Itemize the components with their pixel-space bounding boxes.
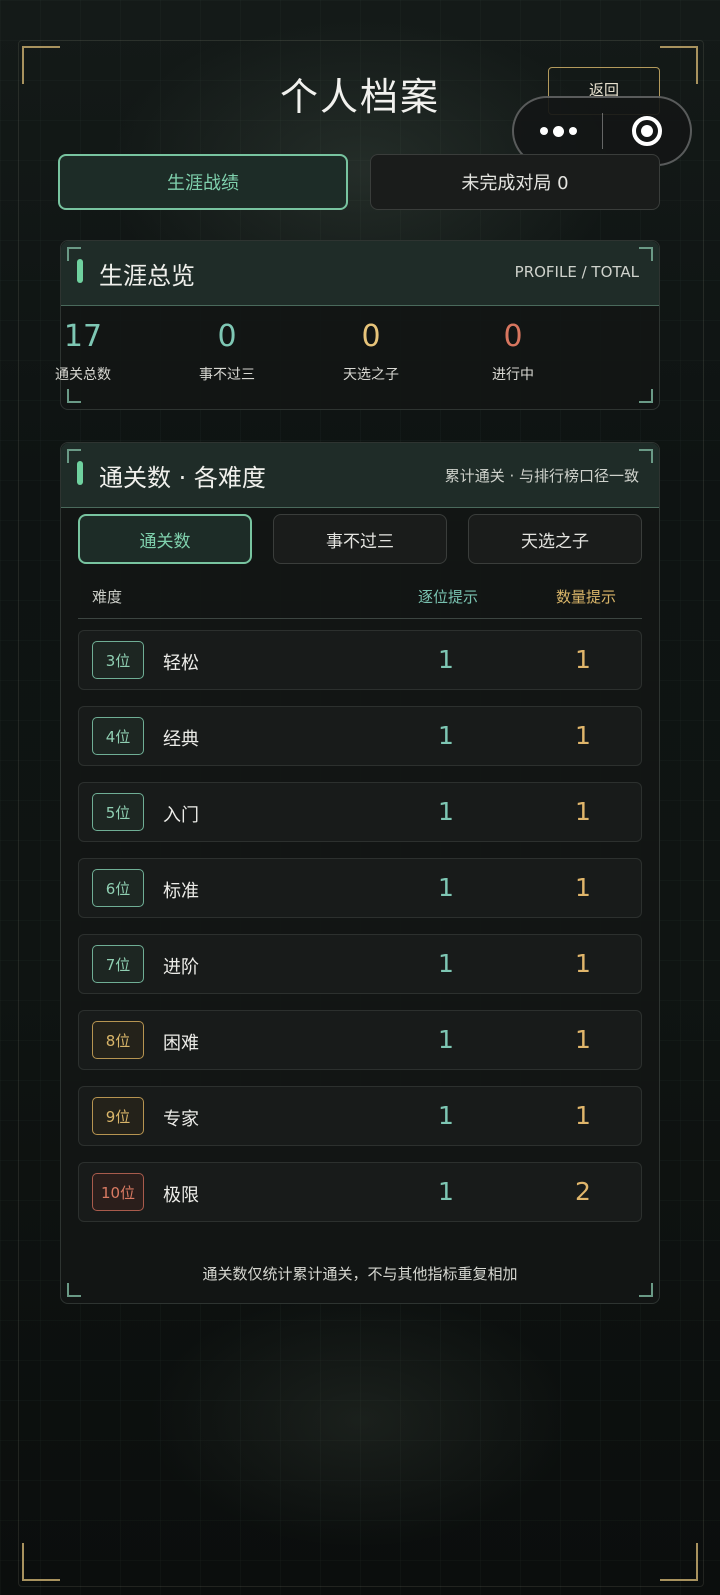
difficulty-badge: 5位 bbox=[92, 793, 144, 831]
difficulty-badge: 7位 bbox=[92, 945, 144, 983]
tab-career-record[interactable]: 生涯战绩 bbox=[58, 154, 348, 210]
overview-header: 生涯总览 PROFILE / TOTAL bbox=[61, 241, 659, 306]
difficulty-name: 进阶 bbox=[163, 957, 199, 978]
panel-corner bbox=[639, 449, 653, 463]
target-circle-icon[interactable] bbox=[603, 116, 690, 146]
position-hint-value: 1 bbox=[438, 797, 454, 826]
segment-clears[interactable]: 通关数 bbox=[78, 514, 252, 564]
count-hint-value: 1 bbox=[575, 721, 591, 750]
difficulty-badge: 6位 bbox=[92, 869, 144, 907]
column-header-count-hint: 数量提示 bbox=[556, 588, 617, 606]
table-row: 8位 困难 1 1 bbox=[78, 1010, 642, 1070]
table-row: 5位 入门 1 1 bbox=[78, 782, 642, 842]
clears-footnote: 通关数仅统计累计通关，不与其他指标重复相加 bbox=[202, 1265, 518, 1283]
position-hint-value: 1 bbox=[438, 1177, 454, 1206]
section-accent-bar bbox=[77, 259, 83, 283]
overview-title: 生涯总览 bbox=[99, 262, 195, 290]
stat-in-progress: 0 进行中 bbox=[471, 319, 555, 384]
count-hint-value: 1 bbox=[575, 645, 591, 674]
more-dots-icon[interactable] bbox=[514, 125, 602, 137]
panel-corner bbox=[639, 1283, 653, 1297]
panel-corner bbox=[639, 247, 653, 261]
panel-corner bbox=[67, 389, 81, 403]
frame-corner-bottom-left bbox=[22, 1543, 60, 1581]
segment-chosen-one[interactable]: 天选之子 bbox=[468, 514, 642, 564]
difficulty-badge: 3位 bbox=[92, 641, 144, 679]
tab-unfinished-games[interactable]: 未完成对局 0 bbox=[370, 154, 660, 210]
career-overview-panel: 生涯总览 PROFILE / TOTAL 17 通关总数 0 事不过三 0 天选… bbox=[55, 240, 660, 410]
position-hint-value: 1 bbox=[438, 1101, 454, 1130]
position-hint-value: 1 bbox=[438, 721, 454, 750]
column-header-position-hint: 逐位提示 bbox=[418, 588, 479, 606]
overview-subtitle: PROFILE / TOTAL bbox=[514, 263, 639, 281]
count-hint-value: 1 bbox=[575, 873, 591, 902]
table-row: 7位 进阶 1 1 bbox=[78, 934, 642, 994]
table-row: 9位 专家 1 1 bbox=[78, 1086, 642, 1146]
count-hint-value: 1 bbox=[575, 1101, 591, 1130]
clears-subtitle: 累计通关 · 与排行榜口径一致 bbox=[444, 467, 639, 485]
panel-corner bbox=[67, 247, 81, 261]
stat-three-strikes: 0 事不过三 bbox=[185, 319, 269, 384]
position-hint-value: 1 bbox=[438, 873, 454, 902]
column-header-difficulty: 难度 bbox=[92, 588, 123, 606]
stat-chosen-one: 0 天选之子 bbox=[329, 319, 413, 384]
section-accent-bar bbox=[77, 461, 83, 485]
count-hint-value: 1 bbox=[575, 797, 591, 826]
difficulty-badge: 9位 bbox=[92, 1097, 144, 1135]
clears-title: 通关数 · 各难度 bbox=[99, 464, 266, 492]
difficulty-name: 困难 bbox=[163, 1033, 199, 1054]
difficulty-badge: 8位 bbox=[92, 1021, 144, 1059]
stat-value: 0 bbox=[361, 319, 381, 354]
count-hint-value: 1 bbox=[575, 1025, 591, 1054]
stat-label: 通关总数 bbox=[55, 367, 111, 383]
difficulty-name: 专家 bbox=[163, 1109, 199, 1130]
table-row: 10位 极限 1 2 bbox=[78, 1162, 642, 1222]
table-row: 6位 标准 1 1 bbox=[78, 858, 642, 918]
stat-value: 17 bbox=[63, 319, 103, 354]
panel-corner bbox=[67, 449, 81, 463]
panel-corner bbox=[67, 1283, 81, 1297]
count-hint-value: 2 bbox=[575, 1177, 591, 1206]
table-header: 难度 逐位提示 数量提示 bbox=[78, 582, 642, 619]
table-row: 3位 轻松 1 1 bbox=[78, 630, 642, 690]
table-row: 4位 经典 1 1 bbox=[78, 706, 642, 766]
segment-three-strikes[interactable]: 事不过三 bbox=[273, 514, 447, 564]
position-hint-value: 1 bbox=[438, 1025, 454, 1054]
stat-total-clears: 17 通关总数 bbox=[41, 319, 125, 384]
frame-corner-bottom-right bbox=[660, 1543, 698, 1581]
stat-label: 天选之子 bbox=[343, 367, 399, 383]
clears-header: 通关数 · 各难度 累计通关 · 与排行榜口径一致 bbox=[61, 443, 659, 508]
count-hint-value: 1 bbox=[575, 949, 591, 978]
difficulty-badge: 10位 bbox=[92, 1173, 144, 1211]
difficulty-name: 标准 bbox=[163, 881, 199, 902]
position-hint-value: 1 bbox=[438, 949, 454, 978]
difficulty-name: 入门 bbox=[163, 805, 199, 826]
stat-label: 事不过三 bbox=[199, 367, 255, 383]
difficulty-name: 轻松 bbox=[163, 653, 199, 674]
panel-corner bbox=[639, 389, 653, 403]
stat-value: 0 bbox=[503, 319, 523, 354]
difficulty-name: 极限 bbox=[163, 1185, 199, 1206]
difficulty-badge: 4位 bbox=[92, 717, 144, 755]
position-hint-value: 1 bbox=[438, 645, 454, 674]
stat-label: 进行中 bbox=[492, 367, 534, 383]
difficulty-name: 经典 bbox=[163, 729, 199, 750]
stat-value: 0 bbox=[217, 319, 237, 354]
